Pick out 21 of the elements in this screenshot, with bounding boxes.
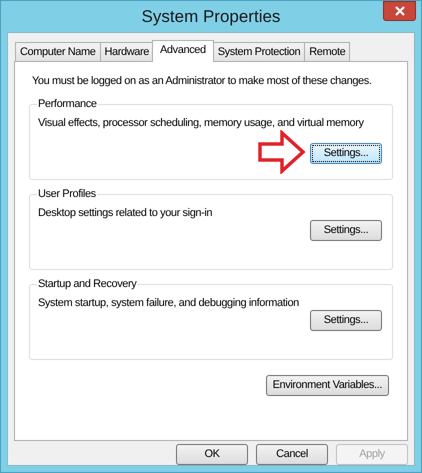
- window-title: System Properties: [142, 6, 280, 28]
- tab[interactable]: Remote: [304, 42, 350, 61]
- group-description: Desktop settings related to your sign-in: [38, 206, 212, 220]
- settings-button[interactable]: Settings...: [310, 220, 382, 240]
- group-title: Startup and Recovery: [37, 277, 138, 292]
- notice-text: You must be logged on as an Administrator to make most of these changes.: [31, 74, 372, 88]
- group-description: System startup, system failure, and debugging information: [38, 296, 299, 310]
- dialog-button[interactable]: Cancel: [256, 444, 328, 465]
- settings-button[interactable]: Settings...: [310, 142, 382, 164]
- group-description: Visual effects, processor scheduling, memory usage, and virtual memory: [38, 116, 364, 130]
- environment-variables-button[interactable]: Environment Variables...: [266, 375, 389, 396]
- group-title: User Profiles: [37, 187, 97, 202]
- tab[interactable]: Advanced: [152, 40, 214, 62]
- dialog-button[interactable]: OK: [176, 444, 248, 465]
- close-icon: [394, 6, 404, 16]
- close-button[interactable]: [383, 1, 416, 21]
- tab[interactable]: Computer Name: [15, 42, 100, 61]
- tab[interactable]: System Protection: [212, 42, 304, 61]
- settings-button[interactable]: Settings...: [310, 310, 382, 330]
- tab[interactable]: Hardware: [100, 42, 153, 61]
- group-title: Performance: [37, 97, 98, 112]
